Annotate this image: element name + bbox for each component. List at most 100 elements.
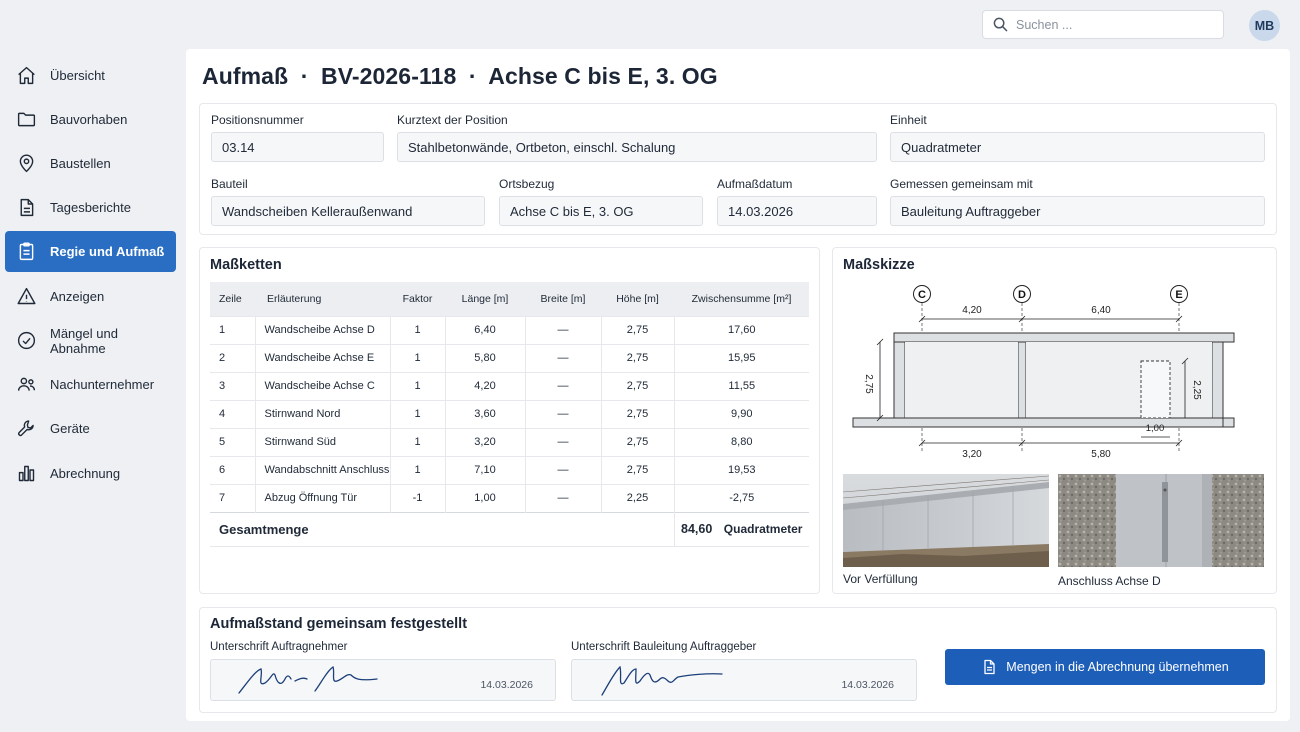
axis-markers bbox=[913, 285, 1188, 303]
sidebar-item-label: Nachunternehmer bbox=[50, 377, 155, 392]
avatar[interactable]: MB bbox=[1249, 10, 1280, 41]
cell-faktor[interactable]: 1 bbox=[390, 371, 446, 400]
sidebar-item-uebersicht[interactable]: Übersicht bbox=[5, 55, 176, 96]
aufmassdatum-field[interactable]: 14.03.2026 bbox=[717, 196, 877, 226]
table-row[interactable]: 2 Wandscheibe Achse E 1 5,80 — 2,75 15,9… bbox=[210, 343, 809, 372]
sidebar-item-label: Bauvorhaben bbox=[50, 112, 128, 127]
bauteil-field[interactable]: Wandscheiben Kelleraußenwand bbox=[211, 196, 485, 226]
document-icon bbox=[984, 659, 995, 675]
cell-erlaeuterung[interactable]: Abzug Öffnung Tür bbox=[255, 483, 391, 512]
gravel-column-photo bbox=[1058, 474, 1264, 567]
table-header-row: Zeile Erläuterung Faktor Länge [m] Breit… bbox=[210, 282, 809, 316]
cell-breite[interactable]: — bbox=[525, 483, 602, 512]
total-label: Gesamtmenge bbox=[210, 511, 675, 547]
cell-laenge[interactable]: 7,10 bbox=[445, 455, 526, 484]
cell-zwischensumme: 8,80 bbox=[674, 427, 809, 456]
sidebar-item-tagesberichte[interactable]: Tagesberichte bbox=[5, 187, 176, 228]
sidebar-item-bauvorhaben[interactable]: Bauvorhaben bbox=[5, 99, 176, 140]
dim-top-left: 4,20 bbox=[962, 305, 982, 316]
cell-faktor[interactable]: 1 bbox=[390, 427, 446, 456]
cell-breite[interactable]: — bbox=[525, 399, 602, 428]
cell-laenge[interactable]: 3,60 bbox=[445, 399, 526, 428]
table-row[interactable]: 5 Stirnwand Süd 1 3,20 — 2,75 8,80 bbox=[210, 427, 809, 456]
einheit-label: Einheit bbox=[890, 113, 927, 127]
cell-breite[interactable]: — bbox=[525, 315, 602, 344]
folder-icon bbox=[17, 112, 36, 127]
cell-faktor[interactable]: 1 bbox=[390, 315, 446, 344]
cell-hoehe[interactable]: 2,75 bbox=[601, 455, 675, 484]
sidebar-item-anzeigen[interactable]: Anzeigen bbox=[5, 276, 176, 317]
signature-client-field[interactable]: 14.03.2026 bbox=[571, 659, 917, 701]
cell-faktor[interactable]: 1 bbox=[390, 455, 446, 484]
cell-laenge[interactable]: 1,00 bbox=[445, 483, 526, 512]
search-input[interactable]: Suchen ... bbox=[982, 10, 1224, 39]
home-icon bbox=[18, 66, 35, 85]
document-icon bbox=[20, 198, 34, 217]
cell-hoehe[interactable]: 2,75 bbox=[601, 427, 675, 456]
sidebar-item-baustellen[interactable]: Baustellen bbox=[5, 143, 176, 184]
cell-laenge[interactable]: 3,20 bbox=[445, 427, 526, 456]
sidebar-item-regie-und-aufmass[interactable]: Regie und Aufmaß bbox=[5, 231, 176, 272]
massketten-panel: Maßketten Zeile Erläuterung Faktor Länge… bbox=[199, 247, 820, 594]
photo-vor-verfuellung[interactable] bbox=[843, 474, 1049, 567]
ortsbezug-field[interactable]: Achse C bis E, 3. OG bbox=[499, 196, 703, 226]
cell-hoehe[interactable]: 2,75 bbox=[601, 315, 675, 344]
cell-faktor[interactable]: -1 bbox=[390, 483, 446, 512]
cell-erlaeuterung[interactable]: Wandscheibe Achse E bbox=[255, 343, 391, 372]
kurztext-field[interactable]: Stahlbetonwände, Ortbeton, einschl. Scha… bbox=[397, 132, 877, 162]
cell-zwischensumme: 9,90 bbox=[674, 399, 809, 428]
table-row[interactable]: 7 Abzug Öffnung Tür -1 1,00 — 2,25 -2,75 bbox=[210, 483, 809, 512]
einheit-field[interactable]: Quadratmeter bbox=[890, 132, 1265, 162]
signature-contractor-field[interactable]: 14.03.2026 bbox=[210, 659, 556, 701]
cell-hoehe[interactable]: 2,25 bbox=[601, 483, 675, 512]
sidebar-item-abrechnung[interactable]: Abrechnung bbox=[5, 453, 176, 494]
table-row[interactable]: 6 Wandabschnitt Anschluss 1 7,10 — 2,75 … bbox=[210, 455, 809, 484]
sidebar-item-label: Tagesberichte bbox=[50, 200, 131, 215]
cell-breite[interactable]: — bbox=[525, 371, 602, 400]
cell-hoehe[interactable]: 2,75 bbox=[601, 343, 675, 372]
cell-hoehe[interactable]: 2,75 bbox=[601, 371, 675, 400]
warning-icon bbox=[17, 287, 36, 305]
positionsnummer-field[interactable]: 03.14 bbox=[211, 132, 384, 162]
cell-faktor[interactable]: 1 bbox=[390, 343, 446, 372]
cell-hoehe[interactable]: 2,75 bbox=[601, 399, 675, 428]
cell-faktor[interactable]: 1 bbox=[390, 399, 446, 428]
cell-erlaeuterung[interactable]: Wandabschnitt Anschluss bbox=[255, 455, 391, 484]
sidebar-item-label: Mängel und Abnahme bbox=[50, 325, 118, 356]
cell-laenge[interactable]: 5,80 bbox=[445, 343, 526, 372]
col-header-hoehe: Höhe [m] bbox=[601, 282, 674, 316]
signature-client-date: 14.03.2026 bbox=[841, 679, 894, 691]
signature-contractor-date: 14.03.2026 bbox=[480, 679, 533, 691]
cell-erlaeuterung[interactable]: Stirnwand Süd bbox=[255, 427, 391, 456]
cell-laenge[interactable]: 4,20 bbox=[445, 371, 526, 400]
cell-erlaeuterung[interactable]: Stirnwand Nord bbox=[255, 399, 391, 428]
check-circle-icon bbox=[17, 331, 36, 350]
positionsnummer-label: Positionsnummer bbox=[211, 113, 304, 127]
table-row[interactable]: 3 Wandscheibe Achse C 1 4,20 — 2,75 11,5… bbox=[210, 371, 809, 400]
cell-breite[interactable]: — bbox=[525, 343, 602, 372]
contractor-signature bbox=[238, 665, 378, 694]
table-row[interactable]: 1 Wandscheibe Achse D 1 6,40 — 2,75 17,6… bbox=[210, 315, 809, 344]
cell-breite[interactable]: — bbox=[525, 455, 602, 484]
sidebar-item-label: Abrechnung bbox=[50, 466, 121, 481]
submit-button-label: Mengen in die Abrechnung übernehmen bbox=[1006, 660, 1229, 674]
cell-laenge[interactable]: 6,40 bbox=[445, 315, 526, 344]
cell-breite[interactable]: — bbox=[525, 427, 602, 456]
wrench-icon bbox=[18, 420, 34, 437]
photo-anschluss-achse-d[interactable] bbox=[1058, 474, 1264, 567]
sidebar-item-geraete[interactable]: Geräte bbox=[5, 408, 176, 449]
submit-to-billing-button[interactable]: Mengen in die Abrechnung übernehmen bbox=[945, 649, 1265, 685]
cell-erlaeuterung[interactable]: Wandscheibe Achse D bbox=[255, 315, 391, 344]
gemessen-field[interactable]: Bauleitung Auftraggeber bbox=[890, 196, 1265, 226]
signature-client-label: Unterschrift Bauleitung Auftraggeber bbox=[571, 641, 757, 653]
cell-zwischensumme: 15,95 bbox=[674, 343, 809, 372]
dim-top-right: 6,40 bbox=[1091, 305, 1111, 316]
ortsbezug-label: Ortsbezug bbox=[499, 177, 555, 191]
sidebar-item-nachunternehmer[interactable]: Nachunternehmer bbox=[5, 364, 176, 405]
table-row[interactable]: 4 Stirnwand Nord 1 3,60 — 2,75 9,90 bbox=[210, 399, 809, 428]
cell-erlaeuterung[interactable]: Wandscheibe Achse C bbox=[255, 371, 391, 400]
cell-zwischensumme: 17,60 bbox=[674, 315, 809, 344]
axis-label-d: D bbox=[1018, 289, 1026, 301]
sidebar-item-maengel-und-abnahme[interactable]: Mängel und Abnahme bbox=[5, 320, 176, 361]
cell-zeile: 1 bbox=[210, 315, 256, 344]
